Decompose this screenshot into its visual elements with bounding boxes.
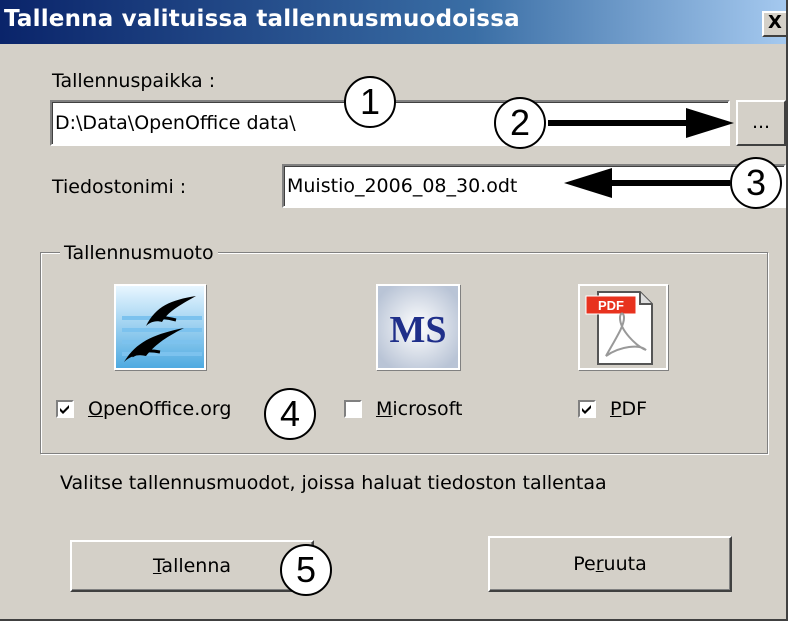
filename-label: Tiedostonimi : xyxy=(52,176,187,198)
browse-button[interactable]: ... xyxy=(736,100,786,146)
title-bar[interactable]: Tallenna valituissa tallennusmuodoissa xyxy=(0,0,786,44)
callout-3: 3 xyxy=(730,157,782,209)
openoffice-checkbox[interactable] xyxy=(56,400,74,418)
callout-4: 4 xyxy=(264,388,316,440)
callout-1: 1 xyxy=(344,76,396,128)
microsoft-checkbox[interactable] xyxy=(344,400,362,418)
location-label: Tallennuspaikka : xyxy=(52,70,216,92)
callout-2: 2 xyxy=(494,97,546,149)
pdf-icon-text: PDF xyxy=(598,298,624,313)
microsoft-label[interactable]: Microsoft xyxy=(376,398,462,420)
cancel-button[interactable]: Peruuta xyxy=(488,536,732,592)
openoffice-icon xyxy=(114,284,206,370)
save-button[interactable]: Tallenna xyxy=(70,540,314,592)
ms-icon: MS xyxy=(376,284,460,370)
hint-text: Valitse tallennusmuodot, joissa haluat t… xyxy=(60,472,607,494)
pdf-icon: PDF xyxy=(578,284,668,370)
ms-icon-text: MS xyxy=(390,309,447,351)
callout-5: 5 xyxy=(280,544,332,596)
checkmark-icon xyxy=(60,405,69,414)
format-group-title: Tallennusmuoto xyxy=(60,242,218,264)
checkmark-icon xyxy=(582,405,591,414)
pdf-label[interactable]: PDF xyxy=(610,398,647,420)
pdf-checkbox[interactable] xyxy=(578,400,596,418)
window-title: Tallenna valituissa tallennusmuodoissa xyxy=(4,6,520,32)
openoffice-label[interactable]: OpenOffice.org xyxy=(88,398,231,420)
close-button[interactable]: X xyxy=(762,11,786,37)
filename-field[interactable]: Muistio_2006_08_30.odt xyxy=(282,164,786,208)
